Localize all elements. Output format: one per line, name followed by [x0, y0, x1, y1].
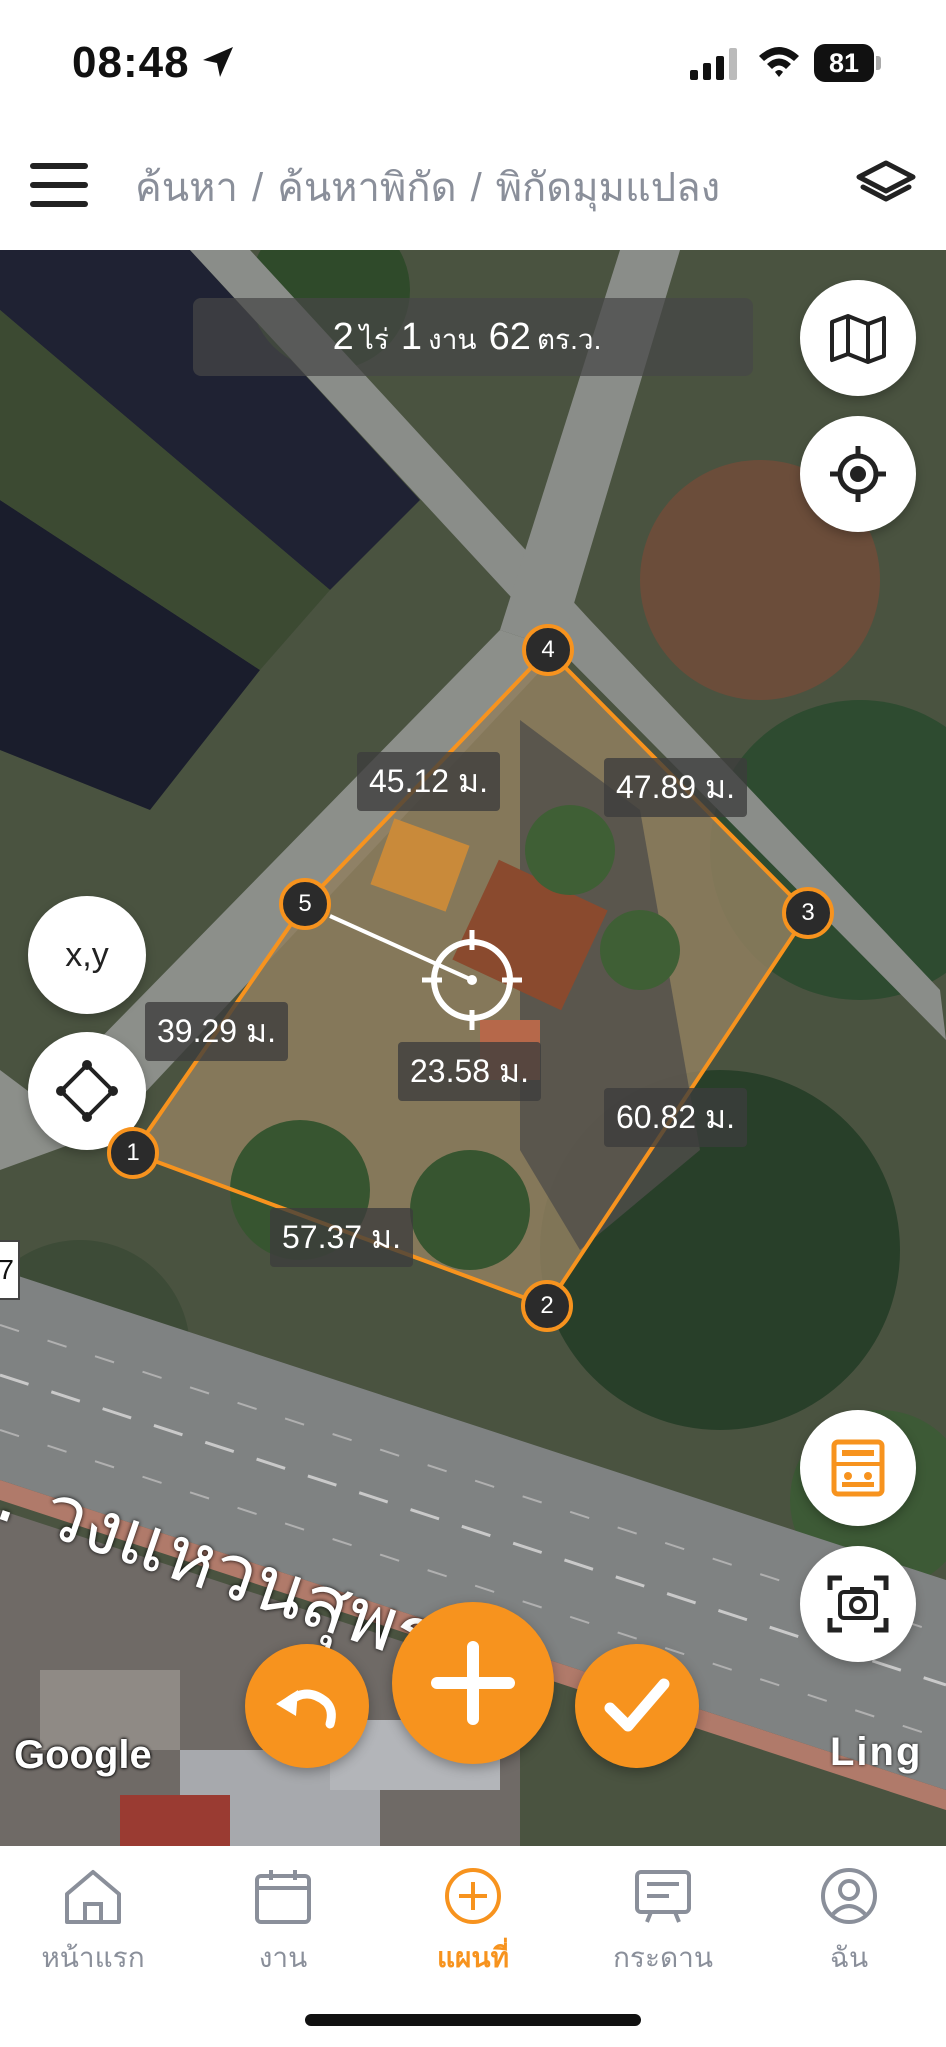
plus-icon	[431, 1641, 515, 1725]
vertex-marker[interactable]: 3	[782, 887, 834, 939]
camera-icon	[827, 1575, 889, 1633]
menu-icon[interactable]	[30, 163, 88, 207]
area-rai-value: 2	[332, 316, 354, 358]
undo-icon	[276, 1689, 336, 1729]
breadcrumb-search[interactable]: ค้นหา	[135, 166, 238, 210]
status-time: 08:48	[72, 38, 190, 87]
breadcrumb-coordinate-search[interactable]: ค้นหาพิกัด	[277, 166, 457, 210]
nav-item-profile[interactable]: ฉัน	[774, 1866, 924, 1980]
breadcrumb-separator: /	[251, 166, 264, 210]
dimension-label: 45.12 ม.	[357, 752, 500, 811]
board-icon	[635, 1870, 691, 1923]
xy-label: x,y	[65, 935, 109, 974]
dimension-label: 23.58 ม.	[398, 1042, 541, 1101]
nav-item-board[interactable]: กระดาน	[588, 1866, 738, 1980]
area-ngan-unit: งาน	[428, 324, 477, 355]
home-icon	[65, 1870, 121, 1924]
vertex-marker[interactable]: 1	[107, 1127, 159, 1179]
crosshair-icon	[830, 446, 886, 502]
vertex-marker[interactable]: 5	[279, 878, 331, 930]
location-arrow-icon	[203, 47, 233, 77]
screenshot-button[interactable]	[800, 1546, 916, 1662]
dimension-label: 47.89 ม.	[604, 758, 747, 817]
add-circle-icon	[445, 1868, 501, 1924]
area-rai-unit: ไร่	[359, 324, 389, 355]
area-wa-value: 62	[488, 316, 531, 358]
dimension-label: 39.29 ม.	[145, 1002, 288, 1061]
nav-item-map[interactable]: แผนที่	[398, 1866, 548, 1980]
battery-icon: 81	[814, 44, 882, 82]
map-type-button[interactable]	[800, 280, 916, 396]
battery-level: 81	[814, 44, 874, 82]
signal-icon	[690, 48, 737, 80]
calendar-icon	[255, 1870, 311, 1924]
nav-label-board: กระดาน	[612, 1942, 714, 1973]
user-icon	[821, 1868, 877, 1924]
polygon-icon	[56, 1060, 118, 1122]
layers-icon[interactable]	[855, 157, 917, 213]
home-indicator[interactable]	[305, 2014, 641, 2026]
my-location-button[interactable]	[800, 416, 916, 532]
calculator-button[interactable]	[800, 1410, 916, 1526]
nav-label-map: แผนที่	[436, 1942, 510, 1973]
nav-label-profile: ฉัน	[829, 1942, 869, 1973]
breadcrumb: ค้นหา / ค้นหาพิกัด / พิกัดมุมแปลง	[135, 155, 720, 219]
satellite-map[interactable]: 2 ไร่ 1 งาน 62 ตร.ว. x,y 45.12 ม. 47.89 …	[0, 250, 946, 1846]
area-wa-unit: ตร.ว.	[536, 324, 602, 355]
offscreen-label: 7	[0, 1240, 20, 1300]
google-attribution: Google	[14, 1733, 152, 1777]
vertex-marker[interactable]: 4	[522, 624, 574, 676]
breadcrumb-separator: /	[470, 166, 482, 210]
undo-button[interactable]	[245, 1644, 369, 1768]
status-bar: 08:48 81	[0, 0, 946, 125]
app-header: ค้นหา / ค้นหาพิกัด / พิกัดมุมแปลง	[0, 125, 946, 250]
wifi-icon	[759, 47, 799, 77]
nav-item-home[interactable]: หน้าแรก	[18, 1866, 168, 1980]
check-icon	[604, 1678, 670, 1732]
battery-cap	[876, 56, 881, 70]
dimension-label: 60.82 ม.	[604, 1088, 747, 1147]
dimension-label: 57.37 ม.	[270, 1208, 413, 1267]
add-point-button[interactable]	[392, 1602, 554, 1764]
confirm-button[interactable]	[575, 1644, 699, 1768]
breadcrumb-plot-corners: พิกัดมุมแปลง	[495, 166, 721, 210]
nav-item-jobs[interactable]: งาน	[208, 1866, 358, 1980]
bottom-navigation: หน้าแรก งาน แผนที่ กระดาน ฉัน	[0, 1846, 946, 2047]
nav-label-jobs: งาน	[258, 1942, 308, 1973]
vertex-marker[interactable]: 2	[521, 1280, 573, 1332]
ling-watermark: Ling	[830, 1730, 923, 1774]
area-ngan-value: 1	[400, 316, 423, 358]
nav-label-home: หน้าแรก	[41, 1942, 145, 1973]
map-icon	[830, 314, 886, 364]
xy-coordinate-button[interactable]: x,y	[28, 896, 146, 1014]
plot-area-banner: 2 ไร่ 1 งาน 62 ตร.ว.	[193, 298, 753, 376]
calculator-icon	[831, 1439, 885, 1497]
